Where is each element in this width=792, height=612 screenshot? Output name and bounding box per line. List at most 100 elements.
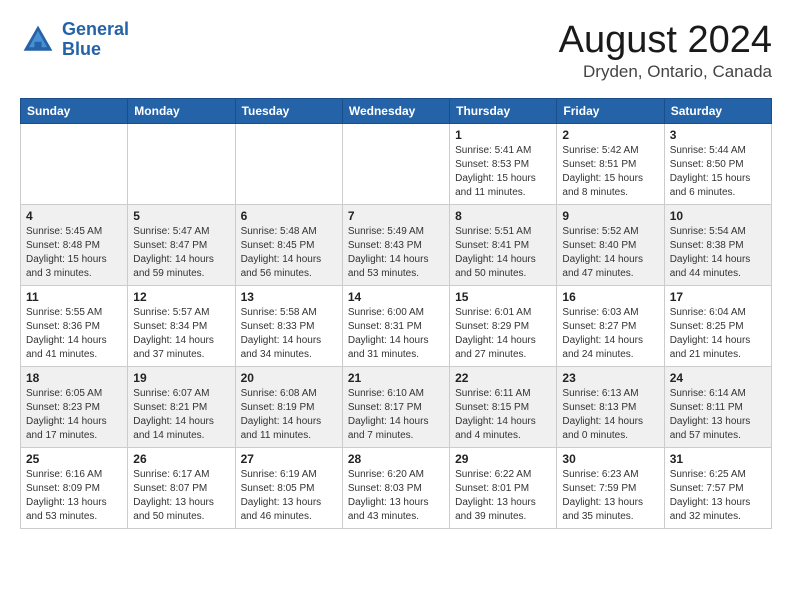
calendar-week-row: 4 Sunrise: 5:45 AM Sunset: 8:48 PM Daylig…	[21, 204, 772, 285]
day-number: 5	[133, 209, 229, 223]
day-info: Sunrise: 6:25 AM Sunset: 7:57 PM Dayligh…	[670, 468, 766, 524]
day-number: 4	[26, 209, 122, 223]
day-info: Sunrise: 5:44 AM Sunset: 8:50 PM Dayligh…	[670, 144, 766, 200]
day-number: 21	[348, 371, 444, 385]
calendar-cell: 12 Sunrise: 5:57 AM Sunset: 8:34 PM Dayli…	[128, 285, 235, 366]
day-info: Sunrise: 5:55 AM Sunset: 8:36 PM Dayligh…	[26, 306, 122, 362]
calendar-header-friday: Friday	[557, 98, 664, 123]
day-number: 20	[241, 371, 337, 385]
day-info: Sunrise: 5:45 AM Sunset: 8:48 PM Dayligh…	[26, 225, 122, 281]
day-number: 18	[26, 371, 122, 385]
calendar-cell: 28Sunrise: 6:20 AM Sunset: 8:03 PM Dayli…	[342, 447, 449, 528]
calendar-cell: 16Sunrise: 6:03 AM Sunset: 8:27 PM Dayli…	[557, 285, 664, 366]
calendar-cell: 2Sunrise: 5:42 AM Sunset: 8:51 PM Daylig…	[557, 123, 664, 204]
day-info: Sunrise: 5:54 AM Sunset: 8:38 PM Dayligh…	[670, 225, 766, 281]
day-info: Sunrise: 5:42 AM Sunset: 8:51 PM Dayligh…	[562, 144, 658, 200]
day-number: 6	[241, 209, 337, 223]
day-info: Sunrise: 6:01 AM Sunset: 8:29 PM Dayligh…	[455, 306, 551, 362]
calendar-cell: 20 Sunrise: 6:08 AM Sunset: 8:19 PM Dayli…	[235, 366, 342, 447]
logo: General Blue	[20, 20, 129, 60]
subtitle: Dryden, Ontario, Canada	[559, 62, 772, 82]
day-info: Sunrise: 6:11 AM Sunset: 8:15 PM Dayligh…	[455, 387, 551, 443]
day-number: 14	[348, 290, 444, 304]
calendar-cell: 31 Sunrise: 6:25 AM Sunset: 7:57 PM Dayli…	[664, 447, 771, 528]
title-block: August 2024 Dryden, Ontario, Canada	[559, 20, 772, 82]
day-info: Sunrise: 6:20 AM Sunset: 8:03 PM Dayligh…	[348, 468, 444, 524]
day-info: Sunrise: 5:52 AM Sunset: 8:40 PM Dayligh…	[562, 225, 658, 281]
calendar-cell: 17Sunrise: 6:04 AM Sunset: 8:25 PM Dayli…	[664, 285, 771, 366]
calendar-cell: 19 Sunrise: 6:07 AM Sunset: 8:21 PM Dayli…	[128, 366, 235, 447]
calendar-cell: 23 Sunrise: 6:13 AM Sunset: 8:13 PM Dayli…	[557, 366, 664, 447]
day-number: 25	[26, 452, 122, 466]
calendar-week-row: 11Sunrise: 5:55 AM Sunset: 8:36 PM Dayli…	[21, 285, 772, 366]
calendar-week-row: 25 Sunrise: 6:16 AM Sunset: 8:09 PM Dayli…	[21, 447, 772, 528]
calendar-cell: 25 Sunrise: 6:16 AM Sunset: 8:09 PM Dayli…	[21, 447, 128, 528]
calendar-week-row: 18Sunrise: 6:05 AM Sunset: 8:23 PM Dayli…	[21, 366, 772, 447]
day-number: 9	[562, 209, 658, 223]
calendar-cell	[342, 123, 449, 204]
day-number: 7	[348, 209, 444, 223]
calendar-cell: 22 Sunrise: 6:11 AM Sunset: 8:15 PM Dayli…	[450, 366, 557, 447]
calendar-cell: 6 Sunrise: 5:48 AM Sunset: 8:45 PM Daylig…	[235, 204, 342, 285]
main-title: August 2024	[559, 20, 772, 62]
day-info: Sunrise: 6:14 AM Sunset: 8:11 PM Dayligh…	[670, 387, 766, 443]
day-info: Sunrise: 6:13 AM Sunset: 8:13 PM Dayligh…	[562, 387, 658, 443]
day-info: Sunrise: 6:16 AM Sunset: 8:09 PM Dayligh…	[26, 468, 122, 524]
day-number: 22	[455, 371, 551, 385]
calendar-cell: 13Sunrise: 5:58 AM Sunset: 8:33 PM Dayli…	[235, 285, 342, 366]
day-info: Sunrise: 6:00 AM Sunset: 8:31 PM Dayligh…	[348, 306, 444, 362]
day-info: Sunrise: 5:51 AM Sunset: 8:41 PM Dayligh…	[455, 225, 551, 281]
calendar-cell: 11Sunrise: 5:55 AM Sunset: 8:36 PM Dayli…	[21, 285, 128, 366]
logo-icon	[20, 22, 56, 58]
day-info: Sunrise: 5:58 AM Sunset: 8:33 PM Dayligh…	[241, 306, 337, 362]
day-number: 15	[455, 290, 551, 304]
calendar-header-monday: Monday	[128, 98, 235, 123]
day-number: 1	[455, 128, 551, 142]
day-number: 10	[670, 209, 766, 223]
calendar-cell: 10 Sunrise: 5:54 AM Sunset: 8:38 PM Dayli…	[664, 204, 771, 285]
calendar-cell: 26Sunrise: 6:17 AM Sunset: 8:07 PM Dayli…	[128, 447, 235, 528]
calendar-header-saturday: Saturday	[664, 98, 771, 123]
day-info: Sunrise: 5:48 AM Sunset: 8:45 PM Dayligh…	[241, 225, 337, 281]
day-info: Sunrise: 5:49 AM Sunset: 8:43 PM Dayligh…	[348, 225, 444, 281]
calendar-cell: 1 Sunrise: 5:41 AM Sunset: 8:53 PM Daylig…	[450, 123, 557, 204]
day-info: Sunrise: 6:08 AM Sunset: 8:19 PM Dayligh…	[241, 387, 337, 443]
calendar-header-wednesday: Wednesday	[342, 98, 449, 123]
day-info: Sunrise: 5:57 AM Sunset: 8:34 PM Dayligh…	[133, 306, 229, 362]
day-info: Sunrise: 5:41 AM Sunset: 8:53 PM Dayligh…	[455, 144, 551, 200]
day-info: Sunrise: 6:07 AM Sunset: 8:21 PM Dayligh…	[133, 387, 229, 443]
calendar-cell: 14 Sunrise: 6:00 AM Sunset: 8:31 PM Dayli…	[342, 285, 449, 366]
day-number: 17	[670, 290, 766, 304]
day-number: 16	[562, 290, 658, 304]
day-number: 24	[670, 371, 766, 385]
calendar-header-sunday: Sunday	[21, 98, 128, 123]
calendar-header-row: SundayMondayTuesdayWednesdayThursdayFrid…	[21, 98, 772, 123]
calendar-cell: 4 Sunrise: 5:45 AM Sunset: 8:48 PM Daylig…	[21, 204, 128, 285]
calendar-header-thursday: Thursday	[450, 98, 557, 123]
day-number: 30	[562, 452, 658, 466]
day-info: Sunrise: 6:23 AM Sunset: 7:59 PM Dayligh…	[562, 468, 658, 524]
day-number: 12	[133, 290, 229, 304]
logo-line1: General	[62, 19, 129, 39]
calendar-header-tuesday: Tuesday	[235, 98, 342, 123]
calendar-cell: 5 Sunrise: 5:47 AM Sunset: 8:47 PM Daylig…	[128, 204, 235, 285]
day-number: 31	[670, 452, 766, 466]
logo-line2: Blue	[62, 39, 101, 59]
calendar-cell: 24 Sunrise: 6:14 AM Sunset: 8:11 PM Dayli…	[664, 366, 771, 447]
day-number: 3	[670, 128, 766, 142]
calendar-cell: 18Sunrise: 6:05 AM Sunset: 8:23 PM Dayli…	[21, 366, 128, 447]
day-info: Sunrise: 6:22 AM Sunset: 8:01 PM Dayligh…	[455, 468, 551, 524]
day-number: 29	[455, 452, 551, 466]
header: General Blue August 2024 Dryden, Ontario…	[20, 20, 772, 82]
day-number: 26	[133, 452, 229, 466]
calendar-cell	[128, 123, 235, 204]
calendar-cell	[21, 123, 128, 204]
day-info: Sunrise: 5:47 AM Sunset: 8:47 PM Dayligh…	[133, 225, 229, 281]
day-number: 19	[133, 371, 229, 385]
day-number: 23	[562, 371, 658, 385]
calendar-cell: 15 Sunrise: 6:01 AM Sunset: 8:29 PM Dayli…	[450, 285, 557, 366]
calendar-table: SundayMondayTuesdayWednesdayThursdayFrid…	[20, 98, 772, 529]
calendar-cell: 27Sunrise: 6:19 AM Sunset: 8:05 PM Dayli…	[235, 447, 342, 528]
calendar-cell: 21Sunrise: 6:10 AM Sunset: 8:17 PM Dayli…	[342, 366, 449, 447]
day-number: 27	[241, 452, 337, 466]
